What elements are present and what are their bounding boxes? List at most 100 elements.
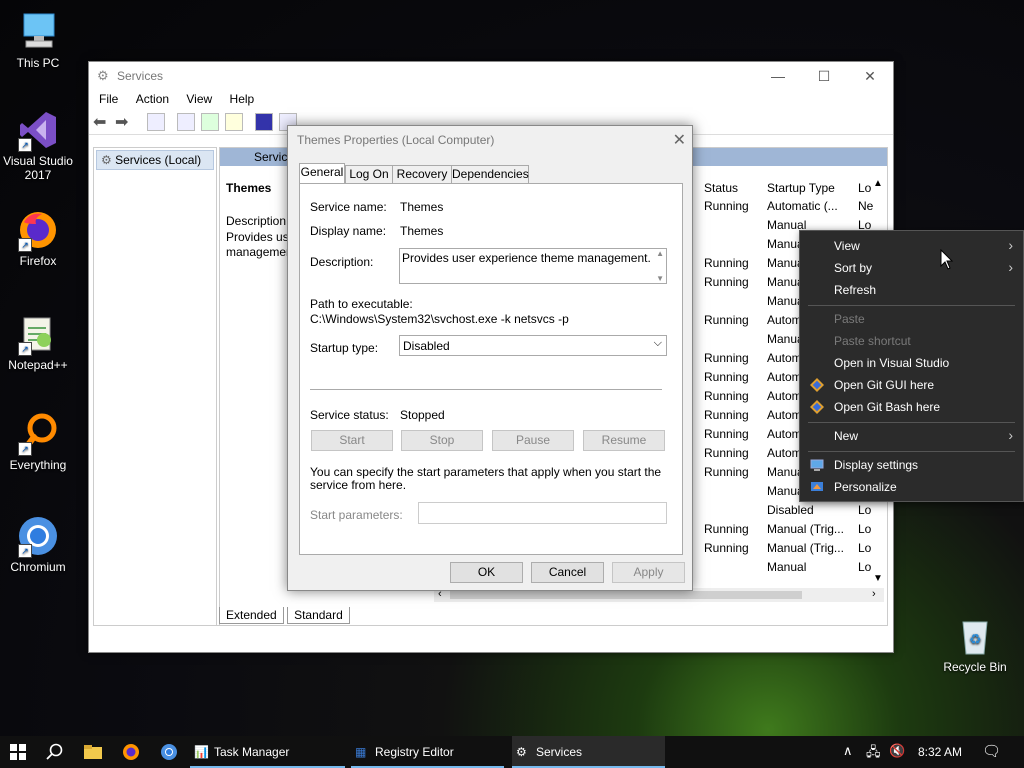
taskbar-file-explorer[interactable] xyxy=(76,736,110,768)
row-startup[interactable]: Autom xyxy=(767,408,802,422)
row-startup[interactable]: Autom xyxy=(767,313,802,327)
row-status[interactable]: Running xyxy=(704,256,749,270)
tab-extended[interactable]: Extended xyxy=(219,607,284,624)
row-status[interactable]: Running xyxy=(704,427,749,441)
menu-item-view[interactable]: View › xyxy=(800,236,1023,256)
row-logon[interactable]: Lo xyxy=(858,522,871,536)
services-titlebar[interactable]: ⚙ Services — ☐ ✕ xyxy=(89,62,893,90)
desktop-icon-recycle-bin[interactable]: ♻ Recycle Bin xyxy=(937,614,1013,674)
column-header-logon[interactable]: Lo xyxy=(858,181,871,195)
taskbar-firefox[interactable] xyxy=(114,736,148,768)
startup-type-select[interactable]: Disabled ⌵ xyxy=(399,335,667,356)
row-logon[interactable]: Lo xyxy=(858,541,871,555)
resume-button[interactable]: Resume xyxy=(583,430,665,451)
clock[interactable]: 8:32 AM xyxy=(918,745,962,759)
scroll-down-icon[interactable]: ▼ xyxy=(873,573,883,584)
stop-button[interactable]: Stop xyxy=(401,430,483,451)
refresh-icon[interactable] xyxy=(201,113,219,131)
desc-scroll-up-icon[interactable]: ▲ xyxy=(656,249,664,258)
forward-arrow-icon[interactable]: ➡ xyxy=(115,112,128,132)
row-status[interactable]: Running xyxy=(704,313,749,327)
cancel-button[interactable]: Cancel xyxy=(531,562,604,583)
start-params-input[interactable] xyxy=(418,502,667,524)
export-list-icon[interactable] xyxy=(225,113,243,131)
desktop-icon-visual-studio[interactable]: ↗ Visual Studio 2017 xyxy=(0,108,76,182)
row-status[interactable]: Running xyxy=(704,522,749,536)
desc-scroll-down-icon[interactable]: ▼ xyxy=(656,274,664,283)
menu-item-personalize[interactable]: Personalize xyxy=(800,477,1023,497)
row-startup[interactable]: Autom xyxy=(767,389,802,403)
description-box[interactable]: Provides user experience theme managemen… xyxy=(399,248,667,284)
desktop-icon-chromium[interactable]: ↗ Chromium xyxy=(0,514,76,574)
row-status[interactable]: Running xyxy=(704,370,749,384)
row-logon[interactable]: Ne xyxy=(858,199,873,213)
row-status[interactable]: Running xyxy=(704,465,749,479)
back-arrow-icon[interactable]: ⬅ xyxy=(93,112,106,132)
tab-dependencies[interactable]: Dependencies xyxy=(451,165,529,184)
taskbar-task-manager[interactable]: 📊 Task Manager xyxy=(190,736,345,768)
desktop-icon-this-pc[interactable]: This PC xyxy=(0,10,76,70)
row-status[interactable]: Running xyxy=(704,446,749,460)
apply-button[interactable]: Apply xyxy=(612,562,685,583)
network-icon[interactable]: 🖧 xyxy=(866,743,881,765)
row-status[interactable]: Running xyxy=(704,275,749,289)
tab-log-on[interactable]: Log On xyxy=(345,165,393,184)
menu-item-open-in-visual-studio[interactable]: Open in Visual Studio xyxy=(800,353,1023,373)
menu-action[interactable]: Action xyxy=(130,90,177,106)
menu-item-open-git-gui[interactable]: Open Git GUI here xyxy=(800,375,1023,395)
start-button[interactable] xyxy=(0,736,36,768)
row-startup[interactable]: Manual (Trig... xyxy=(767,522,844,536)
menu-item-refresh[interactable]: Refresh xyxy=(800,280,1023,300)
row-startup[interactable]: Automatic (... xyxy=(767,199,838,213)
scroll-thumb[interactable] xyxy=(450,591,802,599)
tab-standard[interactable]: Standard xyxy=(287,607,350,624)
row-startup[interactable]: Manual xyxy=(767,560,806,574)
row-status[interactable]: Running xyxy=(704,408,749,422)
ok-button[interactable]: OK xyxy=(450,562,523,583)
menu-item-sort-by[interactable]: Sort by › xyxy=(800,258,1023,278)
tab-recovery[interactable]: Recovery xyxy=(392,165,452,184)
menu-item-paste-shortcut[interactable]: Paste shortcut xyxy=(800,331,1023,351)
notification-icon[interactable]: 🗨 xyxy=(982,742,1001,760)
menu-item-open-git-bash[interactable]: Open Git Bash here xyxy=(800,397,1023,417)
taskbar-chromium[interactable] xyxy=(152,736,186,768)
menu-view[interactable]: View xyxy=(180,90,220,106)
console-tree-icon[interactable] xyxy=(147,113,165,131)
desktop-icon-everything[interactable]: ↗ Everything xyxy=(0,412,76,472)
close-button[interactable]: ✕ xyxy=(847,62,893,90)
maximize-button[interactable]: ☐ xyxy=(801,62,847,90)
row-status[interactable]: Running xyxy=(704,351,749,365)
row-status[interactable]: Running xyxy=(704,199,749,213)
scroll-right-icon[interactable]: › xyxy=(872,588,876,600)
row-status[interactable]: Running xyxy=(704,389,749,403)
menu-file[interactable]: File xyxy=(93,90,126,106)
properties-icon[interactable] xyxy=(177,113,195,131)
minimize-button[interactable]: — xyxy=(755,62,801,90)
volume-muted-icon[interactable]: 🔇 xyxy=(889,743,905,759)
desktop-icon-firefox[interactable]: ↗ Firefox xyxy=(0,208,76,268)
menu-item-new[interactable]: New › xyxy=(800,426,1023,446)
scroll-up-icon[interactable]: ▲ xyxy=(873,178,883,189)
column-header-status[interactable]: Status xyxy=(704,181,738,195)
tree-item-services-local[interactable]: ⚙ Services (Local) xyxy=(96,150,214,170)
search-button[interactable] xyxy=(38,736,72,768)
desktop-icon-notepadpp[interactable]: ↗ Notepad++ xyxy=(0,312,76,372)
dialog-close-icon[interactable]: ✕ xyxy=(673,130,686,150)
show-hidden-icons-chevron-icon[interactable]: ∧ xyxy=(843,743,853,759)
tab-general[interactable]: General xyxy=(299,163,345,184)
menu-item-paste[interactable]: Paste xyxy=(800,309,1023,329)
start-button[interactable]: Start xyxy=(311,430,393,451)
row-startup[interactable]: Autom xyxy=(767,427,802,441)
column-header-startup-type[interactable]: Startup Type xyxy=(767,181,835,195)
menu-item-display-settings[interactable]: Display settings xyxy=(800,455,1023,475)
row-logon[interactable]: Lo xyxy=(858,503,871,517)
row-startup[interactable]: Disabled xyxy=(767,503,814,517)
menu-help[interactable]: Help xyxy=(224,90,263,106)
row-startup[interactable]: Autom xyxy=(767,351,802,365)
row-startup[interactable]: Manual (Trig... xyxy=(767,541,844,555)
row-startup[interactable]: Autom xyxy=(767,446,802,460)
row-logon[interactable]: Lo xyxy=(858,560,871,574)
pause-button[interactable]: Pause xyxy=(492,430,574,451)
taskbar-registry-editor[interactable]: ▦ Registry Editor xyxy=(351,736,504,768)
row-status[interactable]: Running xyxy=(704,541,749,555)
